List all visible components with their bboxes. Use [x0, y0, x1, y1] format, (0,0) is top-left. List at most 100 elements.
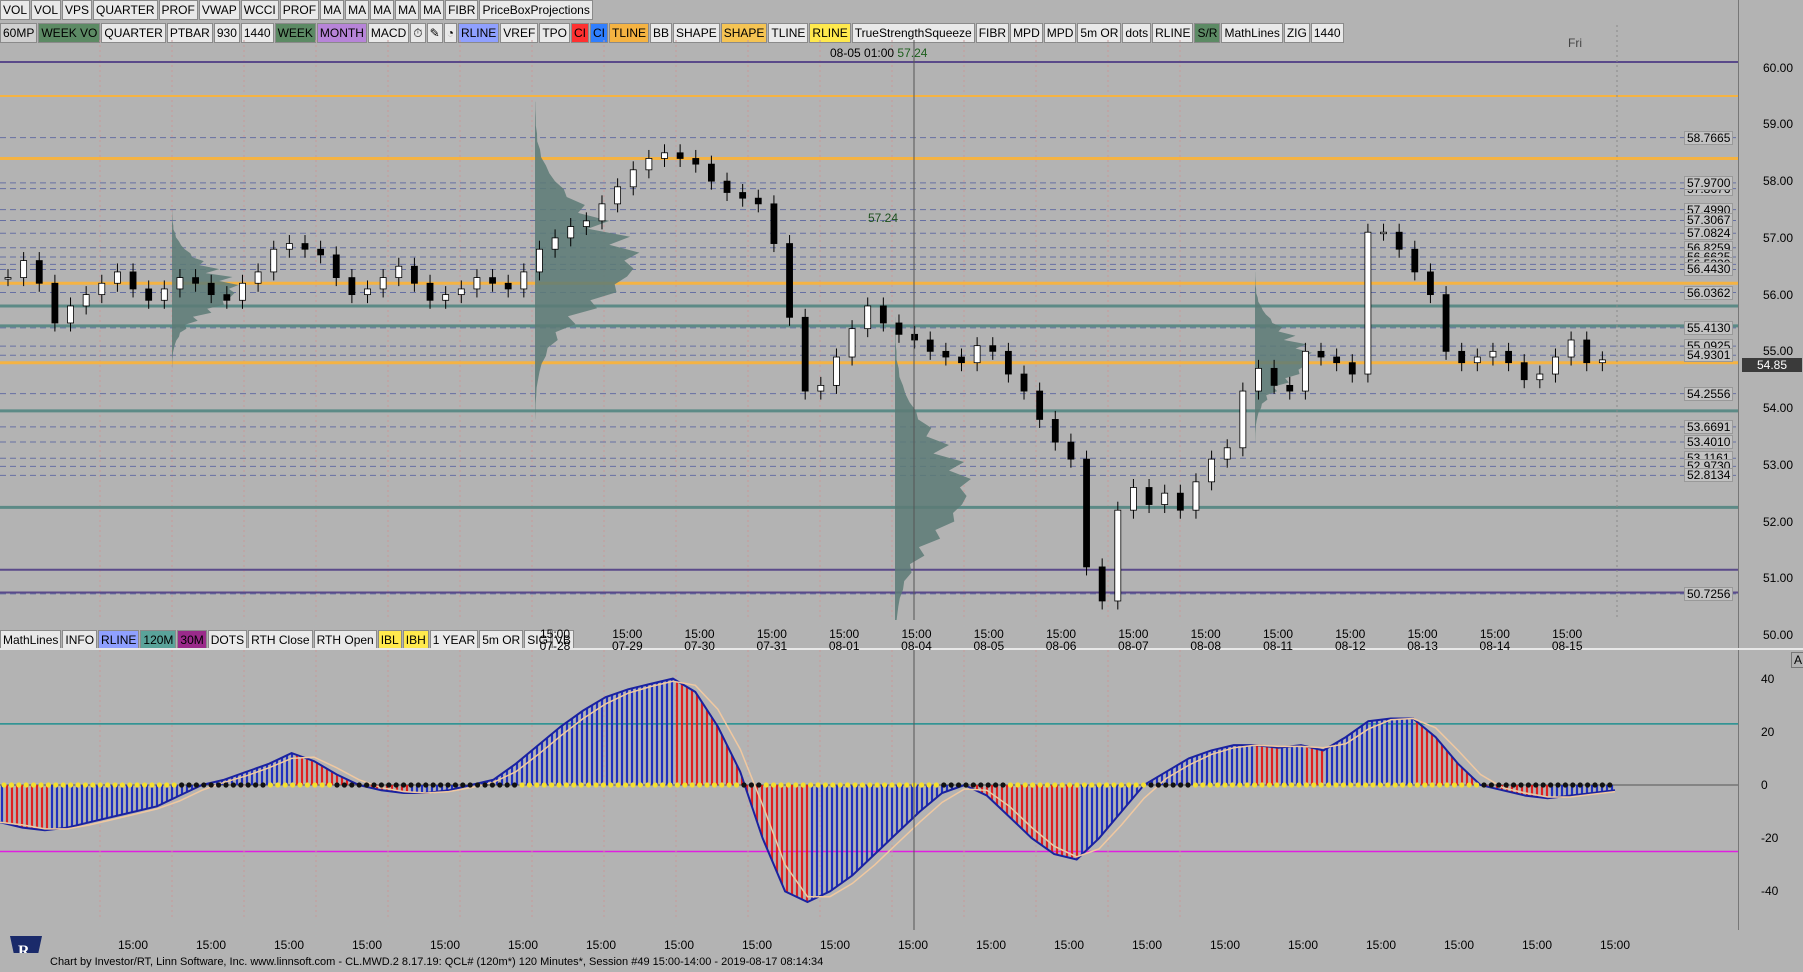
- squeeze-dot: [1126, 782, 1132, 788]
- price-tick-label: 53.00: [1763, 457, 1794, 472]
- date-axis-label: 15:00 07-29: [602, 628, 652, 652]
- toolbar-button-dots[interactable]: DOTS: [207, 630, 248, 650]
- candle-body: [707, 163, 715, 182]
- candle-body: [801, 316, 809, 392]
- squeeze-dot: [1200, 782, 1206, 788]
- squeeze-dot: [1229, 782, 1235, 788]
- squeeze-dot: [112, 782, 118, 788]
- squeeze-dot: [186, 782, 192, 788]
- squeeze-dot: [430, 782, 436, 788]
- candle-body: [598, 203, 606, 222]
- candle-body: [145, 288, 153, 301]
- squeeze-dot: [1370, 782, 1376, 788]
- squeeze-dot: [415, 782, 421, 788]
- price-axis[interactable]: 60.00 59.00 58.00 57.00 56.00 55.00 54.00 53.00…: [1738, 0, 1803, 650]
- squeeze-dot: [1163, 782, 1169, 788]
- candle-body: [739, 192, 747, 199]
- candle-body: [1364, 231, 1372, 375]
- candle-body: [1004, 350, 1012, 375]
- squeeze-dot: [475, 782, 481, 788]
- squeeze-dot: [637, 782, 644, 788]
- candle-body: [1270, 367, 1278, 386]
- candle-body: [270, 248, 278, 273]
- squeeze-dot: [364, 782, 370, 788]
- price-chart[interactable]: [0, 0, 1738, 620]
- squeeze-dot: [1518, 782, 1524, 788]
- candle-body: [332, 254, 340, 278]
- candle-body: [223, 294, 231, 301]
- price-tick-label: 59.00: [1763, 117, 1794, 132]
- squeeze-dot: [127, 782, 133, 788]
- squeeze-dot: [1170, 782, 1176, 788]
- squeeze-dot: [956, 782, 962, 788]
- candle-body: [1473, 356, 1481, 364]
- squeeze-dot: [593, 782, 599, 788]
- squeeze-dot: [1511, 782, 1517, 788]
- auto-scale-button[interactable]: A: [1791, 652, 1803, 668]
- toolbar-button-5m-or[interactable]: 5m OR: [479, 630, 524, 650]
- squeeze-dot: [482, 782, 488, 788]
- squeeze-dot: [978, 782, 984, 788]
- squeeze-dot: [741, 782, 747, 788]
- oscillator-axis[interactable]: 40 20 0 -20 -40 A: [1738, 650, 1803, 930]
- candle-body: [551, 237, 559, 250]
- day-label: Fri: [1568, 36, 1582, 50]
- squeeze-dot: [1451, 782, 1457, 788]
- squeeze-dot: [1074, 782, 1080, 788]
- squeeze-dot: [119, 782, 125, 788]
- candle-body: [1489, 350, 1497, 358]
- date-text: 08-01: [828, 639, 860, 653]
- date-axis-label: 15:00 08-14: [1470, 628, 1520, 652]
- candle-body: [457, 288, 465, 296]
- squeeze-dot: [341, 782, 347, 788]
- candle-body: [567, 226, 575, 239]
- toolbar-button-info[interactable]: INFO: [62, 630, 98, 650]
- squeeze-dot: [82, 782, 88, 788]
- squeeze-dot: [697, 782, 703, 788]
- squeeze-dot: [319, 782, 325, 788]
- squeeze-dot: [1488, 782, 1494, 788]
- squeeze-dot: [674, 782, 681, 788]
- squeeze-dot: [652, 782, 658, 788]
- squeeze-dot: [571, 782, 577, 788]
- candle-body: [192, 277, 199, 284]
- squeeze-dot: [1192, 782, 1198, 788]
- date-text: 08-07: [1118, 639, 1149, 653]
- volume-profile: [535, 101, 640, 420]
- toolbar-button-ibl[interactable]: IBL: [377, 630, 402, 650]
- squeeze-dot: [1059, 782, 1065, 788]
- date-axis-label: 15:00 08-12: [1325, 628, 1375, 652]
- squeeze-dot: [556, 782, 562, 788]
- squeeze-dot: [156, 782, 162, 788]
- candle-body: [723, 180, 731, 193]
- squeeze-dot: [1096, 782, 1102, 788]
- toolbar-button-30m[interactable]: 30M: [177, 630, 207, 650]
- toolbar-button-ibh[interactable]: IBH: [402, 630, 429, 650]
- candle-body: [301, 243, 309, 250]
- squeeze-dot: [16, 782, 22, 788]
- level-price-label: 54.2556: [1684, 386, 1734, 401]
- squeeze-dot: [267, 782, 273, 788]
- squeeze-dot: [882, 782, 888, 788]
- candle-body: [582, 220, 590, 227]
- date-text: 08-12: [1334, 639, 1366, 653]
- squeeze-dot: [526, 782, 533, 788]
- toolbar-button-120m[interactable]: 120M: [140, 630, 177, 650]
- oscillator-chart[interactable]: [0, 650, 1738, 930]
- date-axis-label: 15:00 08-07: [1108, 628, 1158, 652]
- squeeze-dot: [845, 782, 851, 788]
- squeeze-dot: [460, 782, 466, 788]
- toolbar-button-rth-close[interactable]: RTH Close: [248, 630, 313, 650]
- squeeze-dot: [511, 782, 518, 788]
- date-axis-label: 15:00 08-13: [1398, 628, 1448, 652]
- candle-body: [520, 271, 528, 290]
- toolbar-button-rline[interactable]: RLINE: [98, 630, 140, 650]
- toolbar-button-1-year[interactable]: 1 YEAR: [429, 630, 479, 650]
- squeeze-dot: [238, 782, 244, 788]
- toolbar-button-mathlines[interactable]: MathLines: [0, 630, 62, 650]
- toolbar-button-rth-open[interactable]: RTH Open: [313, 630, 377, 650]
- candle-body: [395, 265, 403, 278]
- squeeze-dot: [201, 782, 207, 788]
- candle-body: [129, 271, 137, 290]
- squeeze-dot: [1037, 782, 1043, 788]
